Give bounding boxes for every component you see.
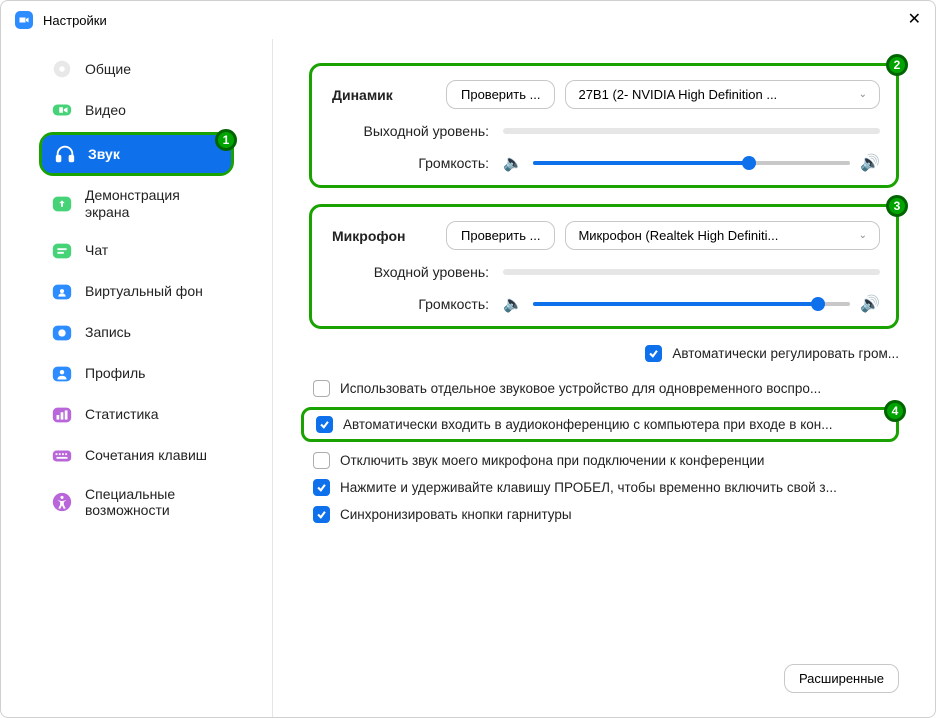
chat-icon [51, 240, 73, 262]
volume-low-icon: 🔈 [503, 153, 523, 173]
sidebar-item-shortcuts[interactable]: Сочетания клавиш [39, 437, 234, 475]
virtual-bg-icon [51, 281, 73, 303]
mic-title: Микрофон [328, 228, 446, 244]
speaker-device-select[interactable]: 27B1 (2- NVIDIA High Definition ... ⌄ [565, 80, 880, 109]
mic-input-level [503, 269, 880, 275]
mic-device-select[interactable]: Микрофон (Realtek High Definiti... ⌄ [565, 221, 880, 250]
share-screen-icon [51, 193, 73, 215]
sidebar-item-accessibility[interactable]: Специальные возможности [39, 478, 234, 528]
speaker-panel: 2 Динамик Проверить ... 27B1 (2- NVIDIA … [309, 63, 899, 188]
sync-headset-checkbox[interactable] [313, 506, 330, 523]
auto-join-audio-checkbox[interactable] [316, 416, 333, 433]
sidebar-item-general[interactable]: Общие [39, 50, 234, 88]
headphones-icon [54, 143, 76, 165]
chevron-down-icon: ⌄ [859, 230, 867, 241]
volume-low-icon: 🔈 [503, 294, 523, 314]
sidebar-item-audio[interactable]: Звук [42, 135, 231, 173]
volume-high-icon: 🔊 [860, 294, 880, 314]
advanced-button[interactable]: Расширенные [784, 664, 899, 693]
input-level-label: Входной уровень: [328, 264, 503, 280]
mute-mic-on-join-checkbox[interactable] [313, 452, 330, 469]
annotation-1: Звук 1 [39, 132, 234, 176]
speaker-volume-slider[interactable] [533, 161, 850, 165]
chevron-down-icon: ⌄ [859, 89, 867, 100]
speaker-title: Динамик [328, 87, 446, 103]
push-to-talk-checkbox[interactable] [313, 479, 330, 496]
speaker-output-level [503, 128, 880, 134]
microphone-panel: 3 Микрофон Проверить ... Микрофон (Realt… [309, 204, 899, 329]
zoom-app-icon [15, 11, 33, 29]
test-speaker-button[interactable]: Проверить ... [446, 80, 555, 109]
titlebar: Настройки ✕ [1, 1, 935, 39]
sidebar-item-share-screen[interactable]: Демонстрация экрана [39, 179, 234, 229]
annotation-4: 4 Автоматически входить в аудиоконференц… [301, 407, 899, 442]
mic-volume-slider[interactable] [533, 302, 850, 306]
output-level-label: Выходной уровень: [328, 123, 503, 139]
keyboard-icon [51, 445, 73, 467]
stats-icon [51, 404, 73, 426]
auto-adjust-mic-checkbox[interactable] [645, 345, 662, 362]
auto-adjust-mic-label: Автоматически регулировать гром... [672, 346, 899, 361]
sidebar-item-virtual-background[interactable]: Виртуальный фон [39, 273, 234, 311]
gear-icon [51, 58, 73, 80]
annotation-badge-4: 4 [884, 400, 906, 422]
video-icon [51, 99, 73, 121]
close-icon[interactable]: ✕ [908, 12, 921, 28]
sidebar-item-statistics[interactable]: Статистика [39, 396, 234, 434]
annotation-badge-1: 1 [215, 129, 237, 151]
sidebar-item-profile[interactable]: Профиль [39, 355, 234, 393]
window-title: Настройки [43, 13, 107, 28]
test-mic-button[interactable]: Проверить ... [446, 221, 555, 250]
sidebar-item-chat[interactable]: Чат [39, 232, 234, 270]
main-panel: 2 Динамик Проверить ... 27B1 (2- NVIDIA … [273, 39, 935, 717]
record-icon [51, 322, 73, 344]
separate-audio-device-checkbox[interactable] [313, 380, 330, 397]
sidebar-item-recording[interactable]: Запись [39, 314, 234, 352]
annotation-badge-2: 2 [886, 54, 908, 76]
sidebar-item-video[interactable]: Видео [39, 91, 234, 129]
profile-icon [51, 363, 73, 385]
volume-high-icon: 🔊 [860, 153, 880, 173]
mic-volume-label: Громкость: [328, 296, 503, 312]
accessibility-icon [51, 491, 73, 513]
speaker-volume-label: Громкость: [328, 155, 503, 171]
sidebar: Общие Видео Звук 1 Демонстрация экрана Ч… [1, 39, 273, 717]
annotation-badge-3: 3 [886, 195, 908, 217]
